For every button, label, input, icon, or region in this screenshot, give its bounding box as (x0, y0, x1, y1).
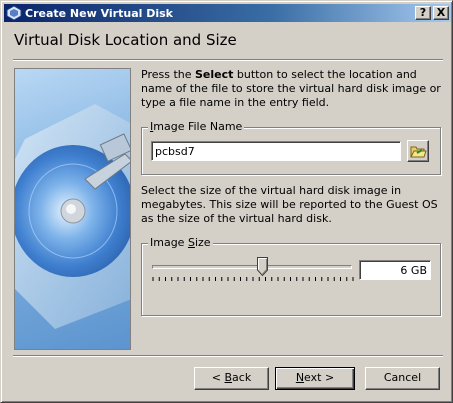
cancel-button[interactable]: Cancel (365, 367, 440, 390)
open-folder-icon (410, 146, 427, 158)
virtualbox-icon (6, 5, 22, 21)
image-size-slider-track[interactable] (152, 265, 352, 269)
hard-disk-illustration (14, 68, 131, 350)
image-size-input[interactable] (359, 260, 431, 280)
page-header: Virtual Disk Location and Size (4, 23, 451, 59)
instructions-text: Press the Select button to select the lo… (141, 68, 441, 109)
select-keyword: Select (195, 68, 234, 81)
back-button[interactable]: < Back (194, 367, 269, 390)
image-file-name-label: Image File Name (148, 120, 245, 133)
image-file-name-input[interactable] (151, 141, 401, 161)
window-title: Create New Virtual Disk (25, 6, 173, 20)
header-separator (13, 59, 443, 61)
help-button[interactable]: ? (415, 6, 431, 20)
size-description-text: Select the size of the virtual hard disk… (141, 184, 438, 225)
image-size-slider-thumb[interactable] (257, 257, 268, 276)
title-bar[interactable]: Create New Virtual Disk ? X (4, 4, 451, 22)
select-file-button[interactable] (407, 140, 429, 162)
page-title: Virtual Disk Location and Size (14, 31, 237, 49)
create-virtual-disk-dialog: Create New Virtual Disk ? X Virtual Disk… (0, 0, 453, 403)
next-button[interactable]: Next > (275, 367, 355, 390)
slider-ticks (152, 277, 354, 281)
image-size-label: Image Size (148, 236, 213, 249)
footer-separator (13, 355, 443, 357)
close-button[interactable]: X (433, 6, 449, 20)
